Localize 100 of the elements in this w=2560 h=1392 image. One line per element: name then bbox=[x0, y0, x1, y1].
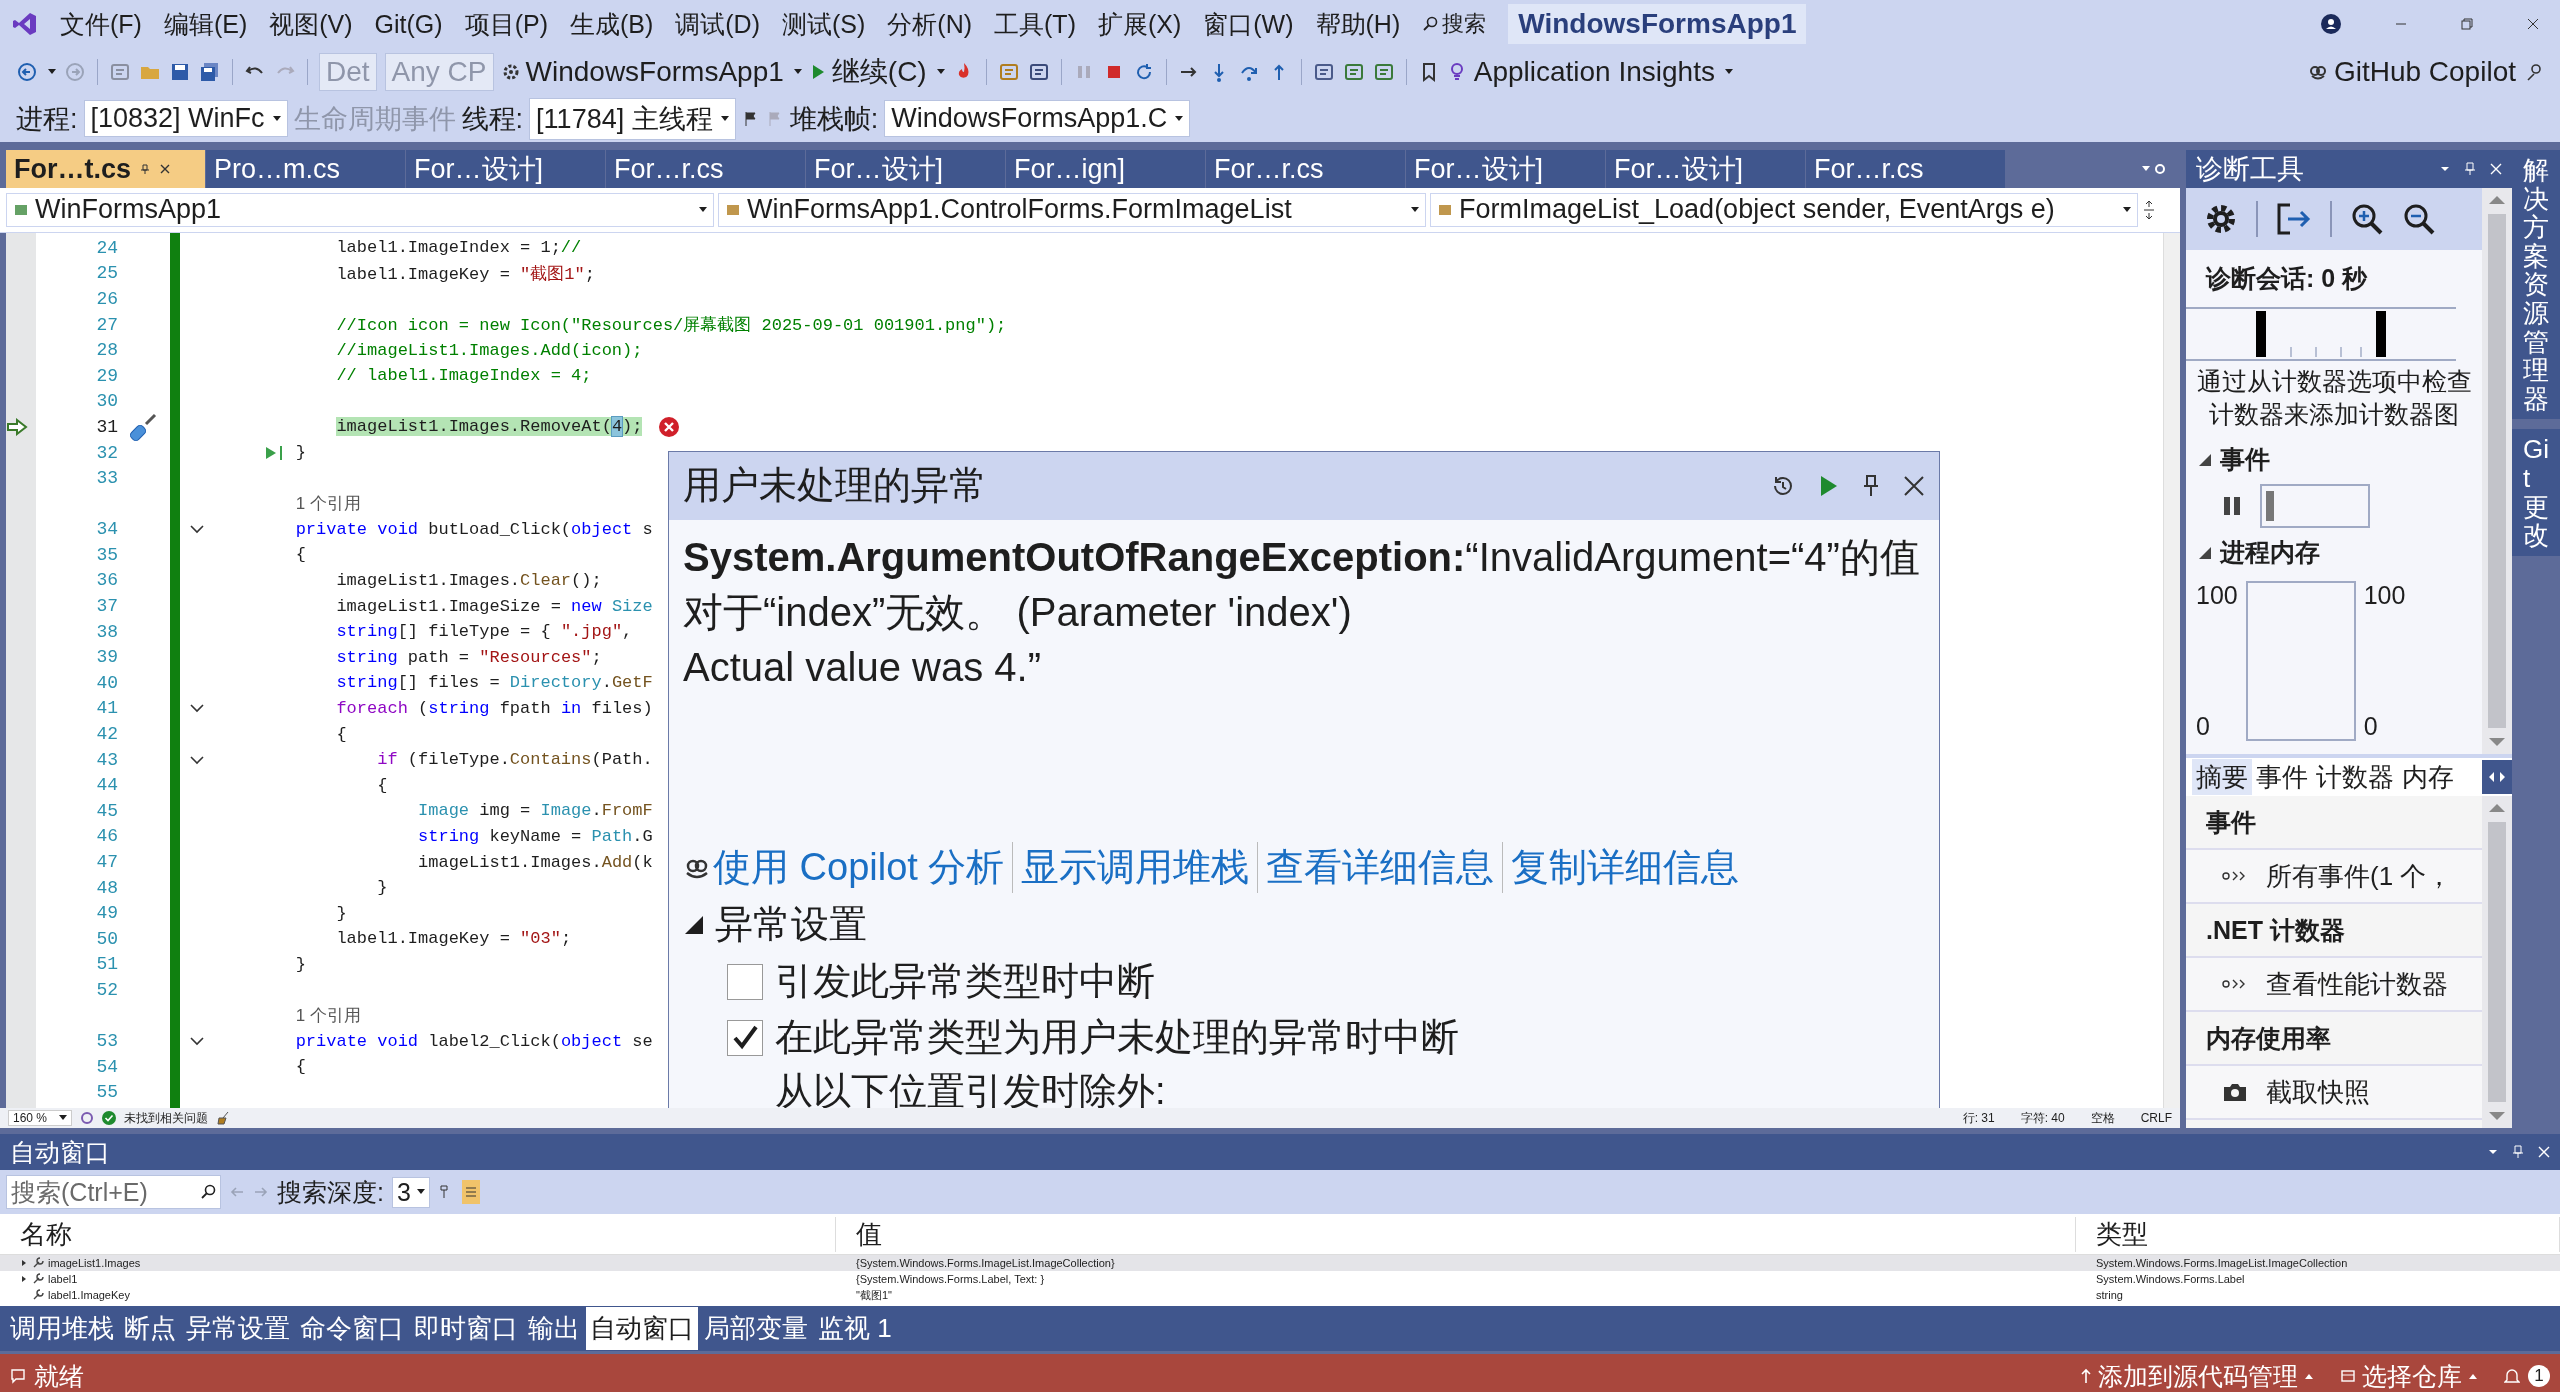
menu-item[interactable]: 文件(F) bbox=[60, 7, 142, 41]
zoom-in-icon[interactable] bbox=[2350, 202, 2384, 236]
process-dropdown[interactable]: [10832] WinFc bbox=[83, 100, 288, 137]
action-link[interactable]: 使用 Copilot 分析 bbox=[711, 842, 1013, 894]
cursor-status[interactable]: 行: 31 bbox=[1962, 1109, 1995, 1127]
account-icon[interactable] bbox=[2320, 13, 2342, 35]
scroll-bar[interactable] bbox=[2163, 232, 2180, 1108]
repository-button[interactable]: 选择仓库 bbox=[2340, 1359, 2478, 1392]
menu-item[interactable]: 帮助(H) bbox=[1315, 7, 1401, 41]
menu-item[interactable]: 项目(P) bbox=[464, 7, 548, 41]
column-header[interactable]: 值 bbox=[836, 1216, 2076, 1252]
side-tab[interactable]: 解决方案资源管理器 bbox=[2512, 150, 2560, 420]
reference-count[interactable]: 1 个引用 bbox=[295, 1004, 361, 1028]
collapse-icon[interactable] bbox=[190, 703, 204, 714]
tool-window-tab[interactable]: 自动窗口 bbox=[586, 1307, 698, 1350]
column-header[interactable]: 类型 bbox=[2076, 1216, 2560, 1252]
action-link[interactable]: 显示调用堆栈 bbox=[1012, 842, 1258, 894]
checkbox[interactable] bbox=[727, 1019, 763, 1056]
document-tab[interactable]: Pro…m.cs bbox=[206, 150, 406, 188]
document-tab[interactable]: For…设计] bbox=[1406, 150, 1606, 188]
variable-row[interactable]: label1 {System.Windows.Forms.Label, Text: } System.Windows.Forms.Label bbox=[0, 1271, 2560, 1287]
settings-icon[interactable] bbox=[2204, 202, 2238, 236]
stack-frame-dropdown[interactable]: WindowsFormsApp1.C bbox=[884, 100, 1191, 137]
tool-window-tab[interactable]: 即时窗口 bbox=[410, 1307, 522, 1350]
menu-item[interactable]: 分析(N) bbox=[887, 7, 973, 41]
tab-list-icon[interactable] bbox=[2140, 162, 2166, 176]
action-link[interactable]: 复制详细信息 bbox=[1502, 842, 1748, 894]
scroll-bar[interactable] bbox=[2482, 796, 2512, 1128]
source-control-button[interactable]: 添加到源代码管理 bbox=[2080, 1359, 2314, 1392]
checkbox[interactable] bbox=[727, 963, 763, 1000]
export-icon[interactable] bbox=[2276, 202, 2312, 236]
navigation-dropdown[interactable]: WinFormsApp1.ControlForms.FormImageList bbox=[718, 192, 1426, 227]
document-tab[interactable]: For…r.cs bbox=[1806, 150, 2006, 188]
column-header[interactable]: 名称 bbox=[0, 1216, 836, 1252]
pause-icon[interactable] bbox=[2222, 495, 2242, 517]
collapse-icon[interactable] bbox=[190, 754, 204, 765]
tool-window-tab[interactable]: 调用堆栈 bbox=[6, 1307, 118, 1350]
reference-count[interactable]: 1 个引用 bbox=[295, 492, 361, 516]
diagnostics-tab[interactable]: 摘要 bbox=[2192, 759, 2252, 795]
copilot-button[interactable]: GitHub Copilot bbox=[2307, 55, 2516, 88]
scroll-bar[interactable] bbox=[2482, 188, 2512, 754]
expanded-icon[interactable] bbox=[2198, 452, 2212, 467]
zoom-dropdown[interactable]: 160 % bbox=[8, 1110, 73, 1126]
variable-row[interactable]: label1.ImageKey "截图1" string bbox=[0, 1287, 2560, 1303]
expand-icon[interactable] bbox=[20, 1275, 28, 1283]
continue-button[interactable]: 继续(C) bbox=[809, 52, 927, 91]
close-icon[interactable] bbox=[1903, 474, 1925, 497]
collapse-icon[interactable] bbox=[190, 524, 204, 535]
issues-status[interactable]: 未找到相关问题 bbox=[124, 1109, 209, 1127]
action-link[interactable]: 查看详细信息 bbox=[1257, 842, 1503, 894]
startup-project-button[interactable]: WindowsFormsApp1 bbox=[501, 55, 784, 88]
menu-item[interactable]: 测试(S) bbox=[782, 7, 866, 41]
cursor-status[interactable]: 字符: 40 bbox=[2020, 1109, 2065, 1127]
back-icon[interactable] bbox=[16, 60, 38, 83]
document-tab[interactable]: For…ign] bbox=[1006, 150, 1206, 188]
navigation-dropdown[interactable]: FormImageList_Load(object sender, EventArgs e) bbox=[1430, 192, 2138, 227]
menu-item[interactable]: 调试(D) bbox=[675, 7, 760, 41]
menu-item[interactable]: 工具(T) bbox=[994, 7, 1076, 41]
menu-item[interactable]: 视图(V) bbox=[269, 7, 353, 41]
zoom-out-icon[interactable] bbox=[2402, 202, 2436, 236]
pin-icon[interactable] bbox=[2512, 1145, 2524, 1159]
document-tab[interactable]: For…设计] bbox=[1606, 150, 1806, 188]
variable-row[interactable]: imageList1.Images {System.Windows.Forms.ImageList.ImageCollection} System.Windows.Forms.ImageList.ImageCollection bbox=[0, 1255, 2560, 1271]
tool-window-tab[interactable]: 输出 bbox=[524, 1307, 584, 1350]
screwdriver-icon[interactable] bbox=[129, 411, 159, 442]
save-all-icon[interactable] bbox=[199, 60, 221, 83]
grid-icon[interactable] bbox=[461, 1180, 480, 1204]
restore-icon[interactable] bbox=[2460, 17, 2474, 31]
document-tab[interactable]: For…设计] bbox=[406, 150, 606, 188]
side-tab[interactable]: Git 更改 bbox=[2512, 429, 2560, 556]
cursor-status[interactable]: CRLF bbox=[2140, 1111, 2172, 1125]
document-tab[interactable]: For…设计] bbox=[806, 150, 1006, 188]
scroll-tabs-icon[interactable] bbox=[2482, 760, 2512, 794]
expanded-icon[interactable] bbox=[2198, 545, 2212, 560]
close-icon[interactable] bbox=[159, 163, 172, 175]
document-tab[interactable]: For…r.cs bbox=[606, 150, 806, 188]
tool-window-tab[interactable]: 断点 bbox=[120, 1307, 180, 1350]
menu-item[interactable]: Git(G) bbox=[374, 9, 443, 39]
menu-item[interactable]: 编辑(E) bbox=[163, 7, 248, 41]
menu-item[interactable]: 窗口(W) bbox=[1203, 7, 1294, 41]
tool-window-tab[interactable]: 异常设置 bbox=[182, 1307, 294, 1350]
search-field[interactable]: 搜索(Ctrl+E) bbox=[6, 1175, 221, 1209]
document-tab[interactable]: For…t.cs bbox=[6, 150, 206, 188]
document-tab[interactable]: For…r.cs bbox=[1206, 150, 1406, 188]
bell-icon[interactable] bbox=[2504, 1367, 2520, 1385]
diagnostics-tab[interactable]: 内存 bbox=[2398, 759, 2458, 795]
menu-item[interactable]: 扩展(X) bbox=[1097, 7, 1182, 41]
navigation-dropdown[interactable]: WinFormsApp1 bbox=[6, 192, 714, 227]
cursor-status[interactable]: 空格 bbox=[2090, 1109, 2115, 1127]
pin-icon[interactable] bbox=[1861, 472, 1881, 499]
depth-dropdown[interactable]: 3 bbox=[391, 1176, 430, 1208]
pin-icon[interactable] bbox=[2464, 162, 2476, 176]
application-insights-button[interactable]: Application Insights bbox=[1473, 55, 1715, 88]
caret-icon[interactable] bbox=[2488, 1148, 2498, 1156]
search-button[interactable]: 搜索 bbox=[1422, 9, 1487, 39]
thread-dropdown[interactable]: [11784] 主线程 bbox=[529, 97, 736, 140]
close-icon[interactable] bbox=[2526, 17, 2540, 31]
diagnostics-tab[interactable]: 计数器 bbox=[2312, 759, 2398, 795]
expand-icon[interactable] bbox=[20, 1259, 28, 1267]
timeline-ruler[interactable] bbox=[2186, 307, 2456, 361]
